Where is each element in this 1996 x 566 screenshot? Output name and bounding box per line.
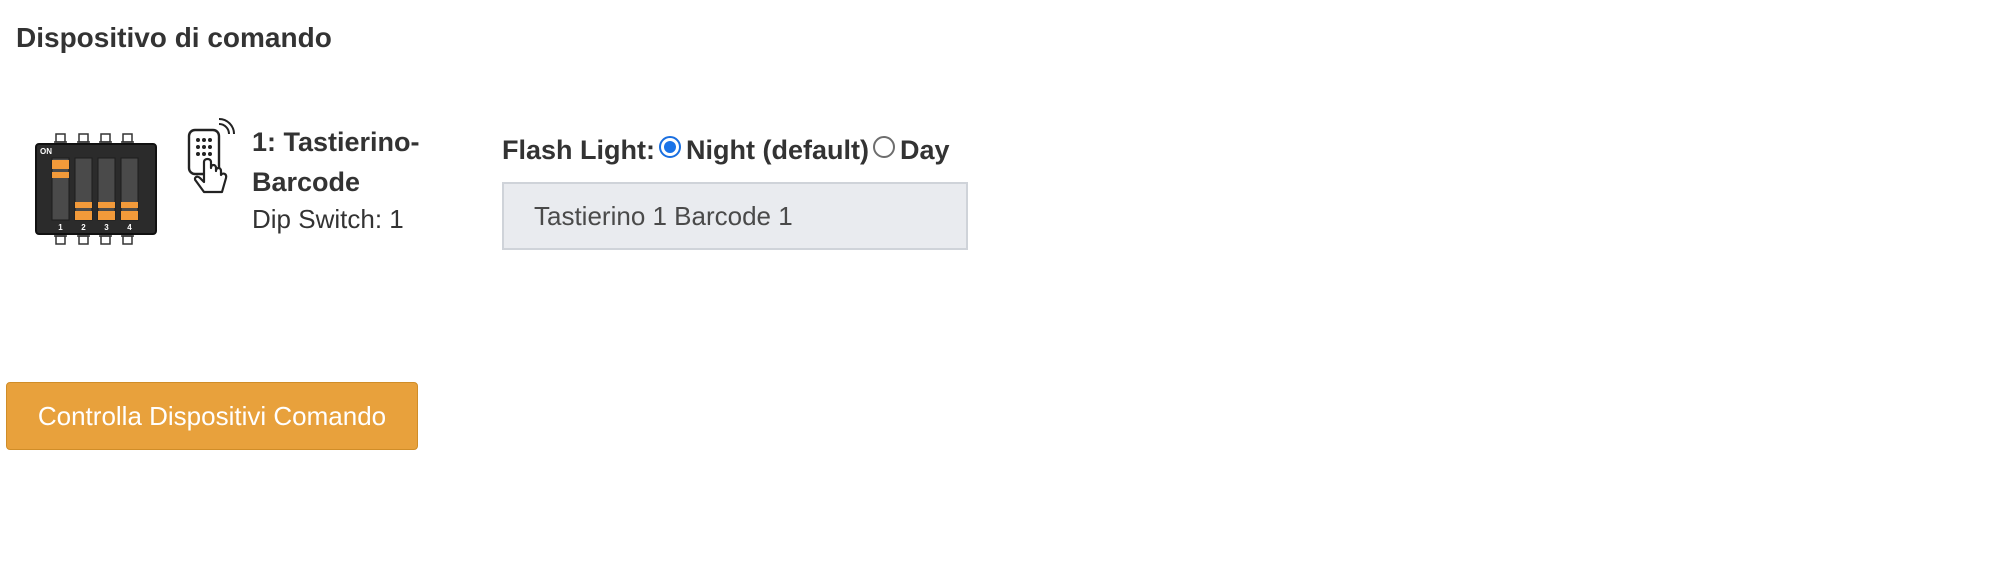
dip-on-label: ON	[40, 147, 52, 156]
keypad-remote-icon	[187, 118, 235, 194]
flash-light-day-radio[interactable]	[872, 136, 895, 158]
check-command-devices-button[interactable]: Controlla Dispositivi Comando	[6, 382, 418, 450]
flash-light-night-radio[interactable]	[658, 136, 681, 158]
command-device-row: ON 1 2 3 4 1: Tastierino-Barcode Dip Swi…	[34, 118, 1034, 258]
dip-switch-label: Dip Switch: 1	[252, 204, 404, 234]
device-name-input[interactable]	[502, 182, 968, 250]
flash-light-day-label[interactable]: Day	[900, 135, 950, 166]
svg-text:3: 3	[104, 223, 109, 232]
flash-light-label: Flash Light:	[502, 134, 655, 165]
flash-light-group: Flash Light: Night (default) Day	[502, 132, 949, 168]
svg-text:1: 1	[58, 223, 63, 232]
flash-light-night-label[interactable]: Night (default)	[686, 135, 869, 166]
svg-text:2: 2	[81, 223, 86, 232]
device-name: 1: Tastierino-Barcode	[252, 127, 420, 197]
dip-switch-image: ON 1 2 3 4	[35, 133, 157, 245]
section-title: Dispositivo di comando	[16, 22, 332, 53]
page: Dispositivo di comando ON 1 2 3 4 1: Tas…	[0, 0, 1996, 566]
svg-text:4: 4	[127, 223, 132, 232]
